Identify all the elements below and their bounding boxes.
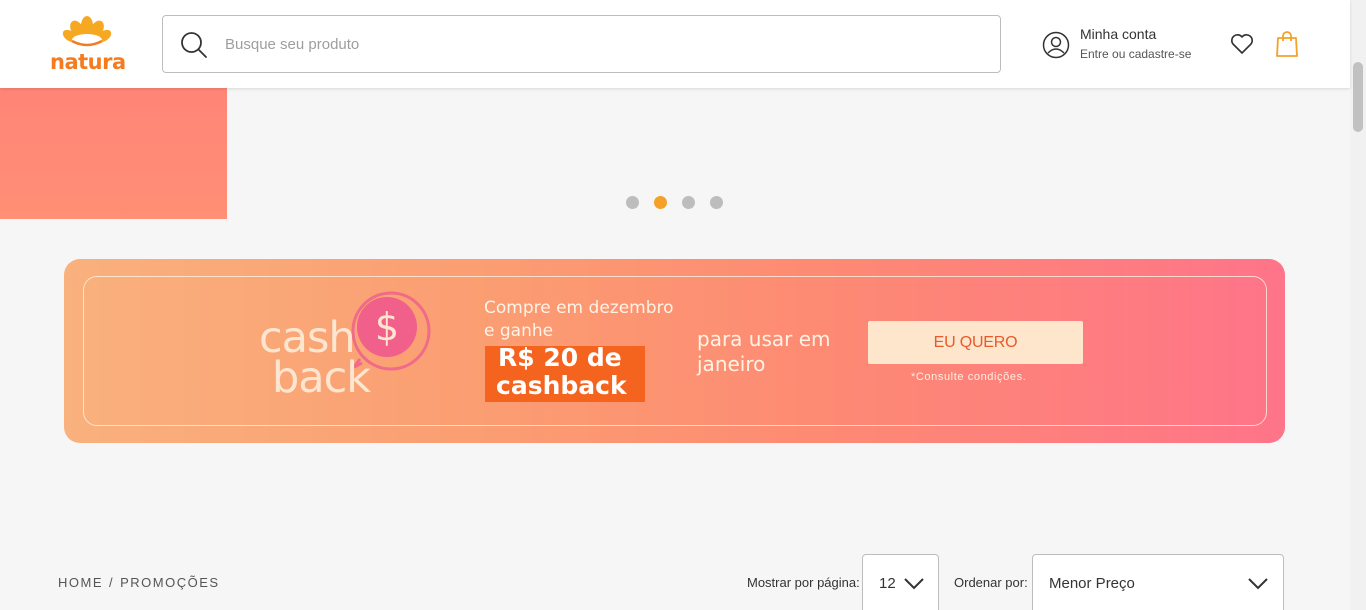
scrollbar-thumb[interactable]: [1353, 62, 1363, 132]
banner-headline: Compre em dezembro e ganhe: [484, 298, 674, 341]
carousel-dot-3[interactable]: [682, 196, 695, 209]
per-page-select[interactable]: 12: [862, 554, 939, 610]
breadcrumb: HOME / PROMOÇÕES: [58, 575, 220, 590]
per-page-label: Mostrar por página:: [747, 575, 860, 590]
sort-label: Ordenar por:: [954, 575, 1028, 590]
carousel-dot-4[interactable]: [710, 196, 723, 209]
logo-text: natura: [50, 50, 126, 74]
chevron-down-icon: [1248, 578, 1268, 590]
search-input[interactable]: [225, 16, 985, 72]
natura-logo[interactable]: natura: [48, 14, 128, 74]
account-subtitle: Entre ou cadastre-se: [1080, 47, 1192, 61]
per-page-value: 12: [879, 575, 896, 592]
sort-select[interactable]: Menor Preço: [1032, 554, 1284, 610]
account-link[interactable]: Minha conta Entre ou cadastre-se: [1042, 24, 1212, 64]
cashback-banner[interactable]: $ cash back Compre em dezembro e ganhe R…: [64, 259, 1285, 443]
back-word: back: [272, 353, 371, 403]
conditions-note[interactable]: *Consulte condições.: [911, 371, 1026, 383]
carousel-dot-1[interactable]: [626, 196, 639, 209]
breadcrumb-promocoes[interactable]: PROMOÇÕES: [120, 575, 219, 590]
page-scrollbar[interactable]: [1350, 0, 1366, 610]
hero-banner-image[interactable]: [0, 88, 227, 219]
eu-quero-button[interactable]: EU QUERO: [868, 321, 1083, 364]
banner-amount: R$ 20 de: [498, 343, 622, 372]
site-header: natura Minha conta Entre ou cadastre-se: [0, 0, 1350, 88]
heart-icon[interactable]: [1230, 33, 1254, 55]
user-circle-icon: [1042, 31, 1070, 59]
breadcrumb-home[interactable]: HOME: [58, 575, 103, 590]
search-icon[interactable]: [180, 31, 208, 59]
chevron-down-icon: [904, 578, 924, 590]
natura-flower-icon: [62, 16, 112, 47]
search-box: [162, 15, 1001, 73]
carousel-dot-2[interactable]: [654, 196, 667, 209]
banner-cashback-word: cashback: [496, 371, 627, 400]
account-title: Minha conta: [1080, 26, 1157, 42]
sort-value: Menor Preço: [1049, 575, 1135, 592]
svg-text:$: $: [375, 305, 399, 349]
banner-subtitle: para usar em janeiro: [697, 327, 831, 376]
shopping-bag-icon[interactable]: [1275, 30, 1299, 58]
breadcrumb-separator: /: [109, 575, 115, 590]
